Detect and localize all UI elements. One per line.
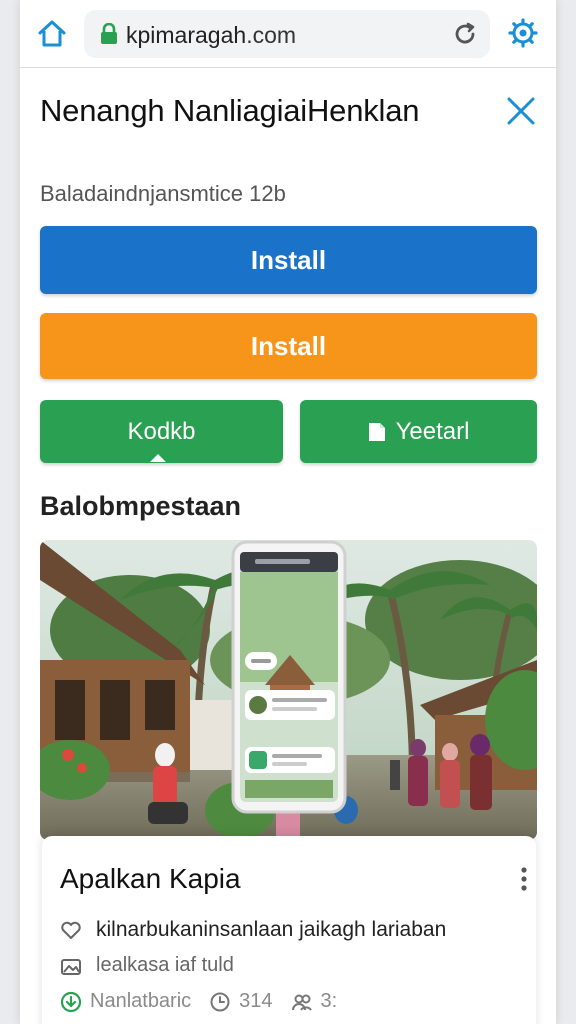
meta-extra-item: 3: [291, 990, 338, 1013]
browser-window: kpimaragah.com Nenangh NanliagiaiHenklan… [20, 0, 556, 1024]
more-vertical-icon[interactable] [520, 866, 528, 892]
right-action-button[interactable]: Yeetarl [300, 400, 537, 463]
browser-toolbar: kpimaragah.com [20, 0, 556, 68]
clock-icon [210, 992, 230, 1011]
app-description-row: kilnarbukaninsanlaan jaikagh lariaban [60, 918, 446, 942]
section-title: Balobmpestaan [40, 491, 242, 521]
caret-indicator [150, 454, 166, 462]
right-action-label: Yeetarl [395, 417, 470, 445]
install-secondary-button[interactable]: Install [40, 313, 537, 379]
document-icon [368, 422, 385, 441]
reload-icon[interactable] [452, 21, 478, 47]
lock-icon [100, 22, 118, 45]
app-card[interactable]: Apalkan Kapia kilnarbukaninsanlaan jaika… [42, 836, 536, 1024]
meta-extra-text: 3: [320, 990, 338, 1012]
url-tld: .com [246, 22, 297, 48]
app-card-title: Apalkan Kapia [60, 863, 241, 894]
heart-icon [61, 921, 81, 939]
village-illustration [40, 540, 537, 840]
image-icon [61, 958, 81, 975]
app-description-text: kilnarbukaninsanlaan jaikagh lariaban [96, 918, 447, 941]
install-secondary-label: Install [250, 330, 327, 361]
meta-count-text: 314 [239, 990, 273, 1012]
app-meta-row: Nanlatbaric 314 3: [60, 990, 355, 1013]
home-icon[interactable] [36, 18, 68, 50]
app-detail-row: lealkasa iaf tuld [60, 954, 234, 977]
download-icon [60, 991, 82, 1012]
meta-count-item: 314 [209, 990, 273, 1013]
url-text: kpimaragah.com [126, 22, 296, 49]
left-action-label: Kodkb [127, 417, 196, 445]
meta-name-text: Nanlatbaric [90, 990, 192, 1012]
meta-name-item: Nanlatbaric [60, 990, 191, 1013]
close-icon[interactable] [506, 96, 536, 126]
url-domain: kpimaragah [126, 22, 247, 48]
settings-icon[interactable] [508, 18, 538, 48]
app-detail-text: lealkasa iaf tuld [96, 954, 234, 976]
install-primary-button[interactable]: Install [40, 226, 537, 294]
install-primary-label: Install [250, 244, 327, 275]
address-bar[interactable]: kpimaragah.com [84, 10, 490, 58]
people-icon [291, 994, 312, 1011]
page-title: Nenangh NanliagiaiHenklan [40, 93, 420, 128]
subtitle-text: Baladaindnjansmtice 12b [40, 181, 286, 206]
